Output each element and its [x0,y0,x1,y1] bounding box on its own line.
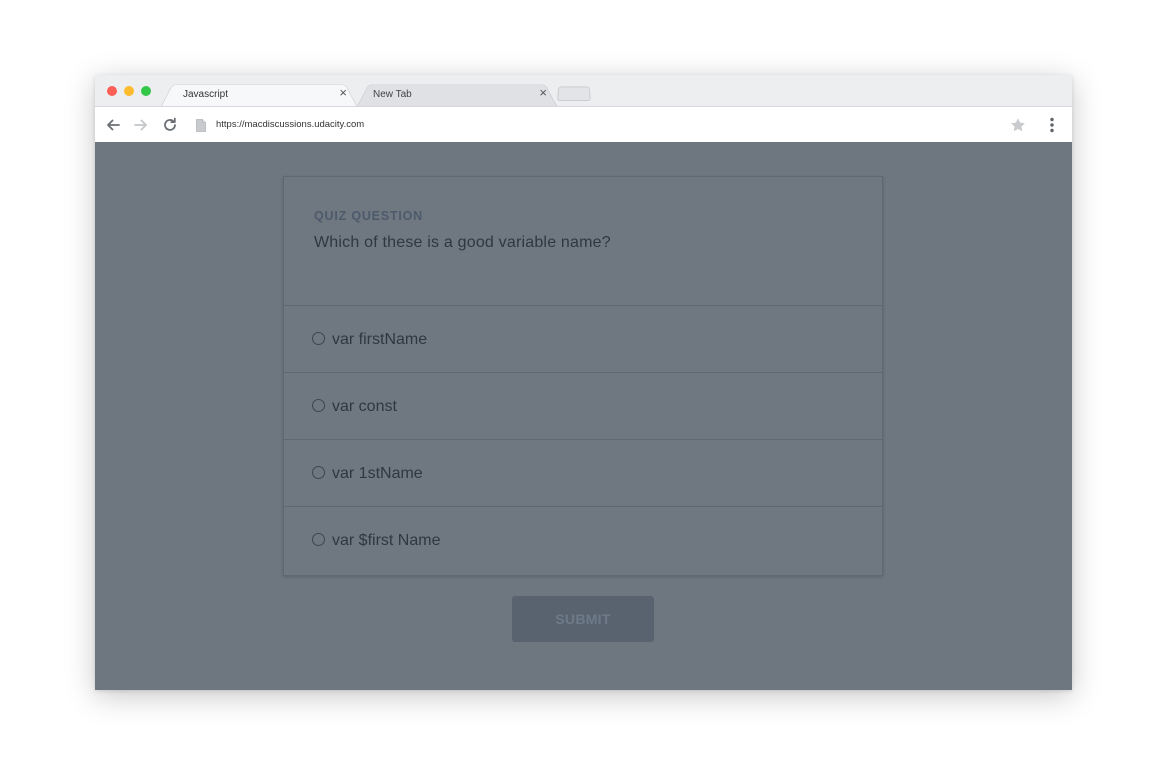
minimize-window-button[interactable] [124,86,134,96]
quiz-option[interactable]: var 1stName [284,440,882,507]
close-tab-icon[interactable]: × [339,86,347,99]
radio-button[interactable] [312,533,325,546]
star-icon[interactable] [1009,116,1027,134]
quiz-option[interactable]: var $first Name [284,507,882,574]
arrow-right-icon[interactable] [132,116,150,134]
address-toolbar: https://macdiscussions.udacity.com [95,106,1072,142]
tab-new-tab[interactable]: New Tab × [357,81,557,106]
quiz-question: Which of these is a good variable name? [314,234,611,251]
radio-button[interactable] [312,399,325,412]
quiz-card: QUIZ QUESTION Which of these is a good v… [283,176,883,576]
quiz-option[interactable]: var firstName [284,306,882,373]
tab-javascript[interactable]: Javascript × [161,81,357,106]
tab-title: Javascript [183,89,229,100]
radio-button[interactable] [312,332,325,345]
page-icon [196,119,206,132]
maximize-window-button[interactable] [141,86,151,96]
tab-title: New Tab [373,89,412,100]
close-tab-icon[interactable]: × [539,86,547,99]
page-content: QUIZ QUESTION Which of these is a good v… [95,142,1072,690]
kebab-menu-icon[interactable] [1046,116,1058,134]
radio-button[interactable] [312,466,325,479]
browser-window: Javascript × New Tab × https://macdiscus… [95,75,1072,690]
url-field[interactable]: https://macdiscussions.udacity.com [216,119,364,130]
submit-button[interactable]: SUBMIT [512,596,654,642]
tab-strip: Javascript × New Tab × [95,75,1072,106]
option-label: var const [332,398,397,415]
option-label: var $first Name [332,532,441,549]
quiz-label: QUIZ QUESTION [314,209,424,223]
arrow-left-icon[interactable] [104,116,122,134]
option-label: var firstName [332,331,428,348]
option-label: var 1stName [332,465,423,482]
reload-icon[interactable] [161,116,179,134]
new-tab-button[interactable] [557,85,591,101]
quiz-header: QUIZ QUESTION Which of these is a good v… [284,177,882,306]
quiz-option[interactable]: var const [284,373,882,440]
close-window-button[interactable] [107,86,117,96]
